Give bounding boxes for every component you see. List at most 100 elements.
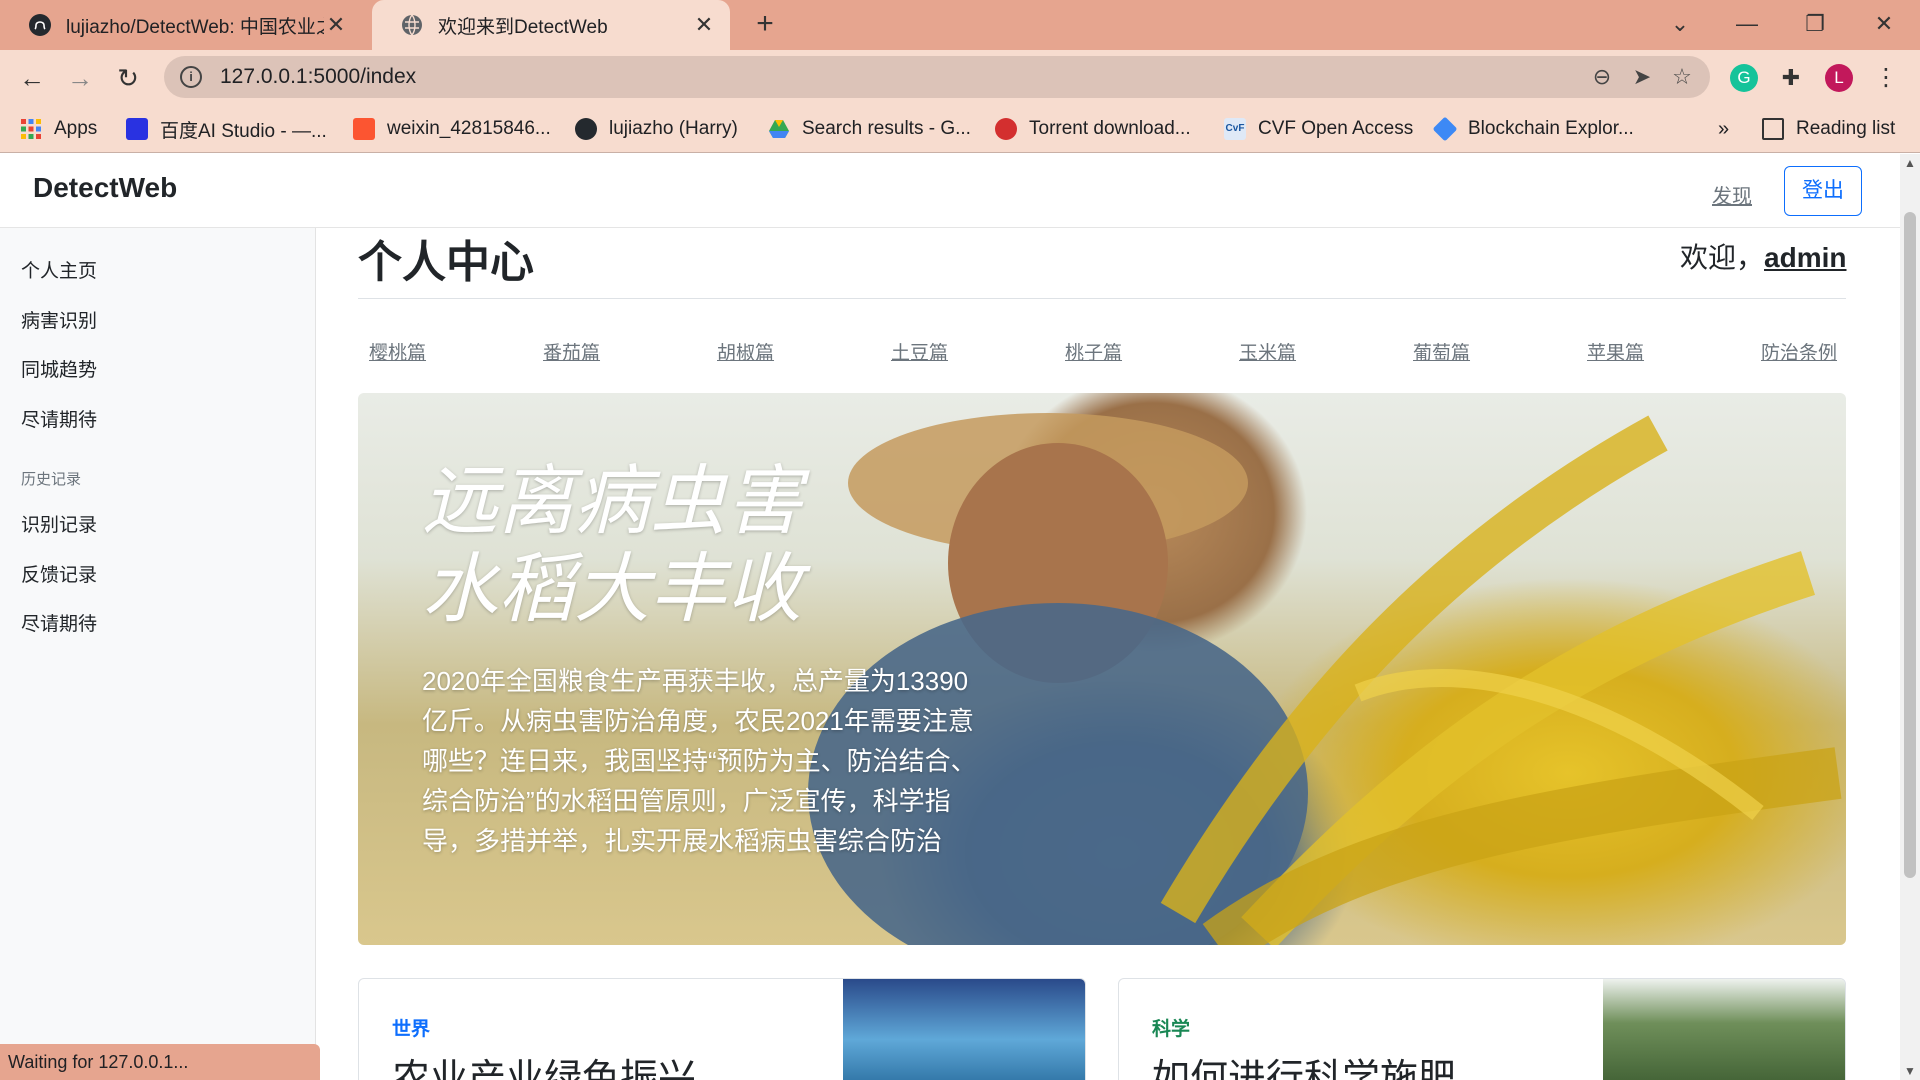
- card-category: 科学: [1152, 1019, 1191, 1040]
- new-tab-button[interactable]: +: [748, 8, 782, 42]
- hero-description: 2020年全国粮食生产再获丰收，总产量为13390亿斤。从病虫害防治角度，农民2…: [422, 666, 977, 856]
- grammarly-icon[interactable]: G: [1730, 64, 1758, 92]
- extensions-puzzle-icon[interactable]: ✚: [1777, 64, 1805, 92]
- bookmark-label: Blockchain Explor...: [1468, 118, 1634, 139]
- close-icon[interactable]: ✕: [692, 12, 716, 38]
- category-link-potato[interactable]: 土豆篇: [891, 338, 948, 365]
- bookmark-label: CVF Open Access: [1258, 118, 1414, 139]
- site-info-icon[interactable]: i: [180, 66, 202, 88]
- zoom-icon[interactable]: ⊖: [1582, 64, 1622, 90]
- brand-logo[interactable]: DetectWeb: [33, 172, 177, 204]
- reading-list-icon: [1762, 118, 1784, 140]
- restore-button[interactable]: ❐: [1795, 6, 1835, 42]
- category-link-pepper[interactable]: 胡椒篇: [717, 338, 774, 365]
- bookmark-label: Apps: [54, 118, 98, 139]
- title-divider: [358, 298, 1846, 299]
- bookmark-label: 百度AI Studio - —...: [160, 120, 327, 142]
- welcome-message: 欢迎，admin: [1680, 236, 1846, 276]
- minimize-button[interactable]: —: [1727, 6, 1767, 42]
- bookmark-search-results[interactable]: Search results - G...: [768, 105, 971, 153]
- sidebar-item-feedback-history[interactable]: 反馈记录: [21, 560, 97, 587]
- category-link-grape[interactable]: 葡萄篇: [1413, 338, 1470, 365]
- tab-search-icon[interactable]: ⌄: [1660, 6, 1700, 42]
- star-icon[interactable]: ☆: [1662, 64, 1702, 90]
- category-link-cherry[interactable]: 樱桃篇: [369, 338, 426, 365]
- csdn-icon: [353, 118, 375, 140]
- github-icon: [575, 118, 597, 140]
- category-link-corn[interactable]: 玉米篇: [1239, 338, 1296, 365]
- hero-title-line-2: 水稻大丰收: [422, 547, 802, 632]
- article-card-world[interactable]: 世界 农业产业绿色振兴: [358, 978, 1086, 1080]
- url-text[interactable]: 127.0.0.1:5000/index: [220, 65, 1582, 89]
- scroll-thumb[interactable]: [1904, 212, 1916, 878]
- bookmark-apps[interactable]: Apps: [20, 105, 97, 153]
- send-icon[interactable]: ➤: [1622, 64, 1662, 90]
- sidebar-item-local-trend[interactable]: 同城趋势: [21, 355, 97, 382]
- bookmark-blockchain[interactable]: Blockchain Explor...: [1432, 105, 1634, 153]
- globe-icon: [402, 14, 422, 36]
- address-bar[interactable]: i 127.0.0.1:5000/index ⊖ ➤ ☆: [164, 56, 1710, 98]
- browser-toolbar: ← → ↻ i 127.0.0.1:5000/index ⊖ ➤ ☆ G ✚ L…: [0, 50, 1920, 105]
- menu-kebab-icon[interactable]: ⋮: [1872, 64, 1900, 92]
- bookmark-baidu-ai-studio[interactable]: 百度AI Studio - —...: [126, 105, 327, 153]
- browser-tab-github[interactable]: lujiazho/DetectWeb: 中国农业之 ✕: [0, 0, 362, 50]
- category-nav: 樱桃篇 番茄篇 胡椒篇 土豆篇 桃子篇 玉米篇 葡萄篇 苹果篇 防治条例: [358, 338, 1846, 368]
- discover-link[interactable]: 发现: [1712, 180, 1752, 209]
- close-icon[interactable]: ✕: [324, 12, 348, 38]
- sidebar-item-detect-history[interactable]: 识别记录: [21, 510, 97, 537]
- welcome-label: 欢迎，: [1680, 242, 1765, 273]
- tab-title: 欢迎来到DetectWeb: [438, 16, 608, 38]
- browser-tab-detectweb[interactable]: 欢迎来到DetectWeb ✕: [372, 0, 730, 50]
- forward-arrow-icon[interactable]: →: [62, 60, 98, 96]
- cvf-icon: CvF: [1224, 118, 1246, 140]
- bookmark-label: weixin_42815846...: [387, 118, 551, 139]
- username-link[interactable]: admin: [1764, 242, 1846, 273]
- hero-title: 远离病虫害 水稻大丰收: [422, 458, 802, 634]
- blockchain-icon: [1432, 116, 1458, 142]
- web-page: DetectWeb 发现 登出 个人主页 病害识别 同城趋势 尽请期待 历史记录…: [0, 154, 1900, 1080]
- bookmark-csdn[interactable]: weixin_42815846...: [353, 105, 551, 153]
- google-drive-icon: [769, 120, 789, 138]
- bookmark-torrent[interactable]: Torrent download...: [995, 105, 1191, 153]
- logout-button[interactable]: 登出: [1784, 166, 1862, 216]
- scroll-down-icon[interactable]: ▼: [1903, 1064, 1917, 1078]
- page-scrollbar[interactable]: ▲ ▼: [1900, 154, 1920, 1080]
- sidebar-item-coming-soon-2[interactable]: 尽请期待: [21, 609, 97, 636]
- sidebar-heading-history: 历史记录: [21, 471, 82, 488]
- apps-grid-icon: [21, 119, 41, 139]
- bookmarks-bar: Apps 百度AI Studio - —... weixin_42815846.…: [0, 105, 1920, 153]
- tab-title: lujiazho/DetectWeb: 中国农业之: [66, 16, 324, 38]
- sidebar-item-disease-detect[interactable]: 病害识别: [21, 306, 97, 333]
- profile-avatar[interactable]: L: [1825, 64, 1853, 92]
- hero-banner: 远离病虫害 水稻大丰收 2020年全国粮食生产再获丰收，总产量为13390亿斤。…: [358, 393, 1846, 945]
- sidebar: 个人主页 病害识别 同城趋势 尽请期待 历史记录 识别记录 反馈记录 尽请期待: [0, 228, 316, 1080]
- bookmarks-overflow-button[interactable]: »: [1718, 105, 1729, 153]
- bookmark-label: Torrent download...: [1029, 118, 1191, 139]
- back-arrow-icon[interactable]: ←: [14, 60, 50, 96]
- status-bubble: Waiting for 127.0.0.1...: [0, 1044, 320, 1080]
- reload-icon[interactable]: ↻: [110, 60, 146, 96]
- card-category: 世界: [392, 1019, 431, 1040]
- sidebar-item-profile[interactable]: 个人主页: [21, 256, 97, 283]
- reading-list-label: Reading list: [1796, 118, 1896, 139]
- bookmark-github[interactable]: lujiazho (Harry): [575, 105, 738, 153]
- category-link-tomato[interactable]: 番茄篇: [543, 338, 600, 365]
- city-globe-thumbnail: [843, 979, 1085, 1080]
- card-headline[interactable]: 农业产业绿色振兴: [392, 1047, 696, 1080]
- category-link-peach[interactable]: 桃子篇: [1065, 338, 1122, 365]
- close-window-button[interactable]: ✕: [1864, 6, 1904, 42]
- hero-title-line-1: 远离病虫害: [422, 459, 802, 544]
- sidebar-item-coming-soon[interactable]: 尽请期待: [21, 405, 97, 432]
- category-link-apple[interactable]: 苹果篇: [1587, 338, 1644, 365]
- bookmark-cvf[interactable]: CvF CVF Open Access: [1224, 105, 1413, 153]
- browser-tabstrip: lujiazho/DetectWeb: 中国农业之 ✕ 欢迎来到DetectWe…: [0, 0, 1920, 50]
- bookmark-label: Search results - G...: [802, 118, 971, 139]
- baidu-icon: [126, 118, 148, 140]
- reading-list-button[interactable]: Reading list: [1762, 105, 1895, 153]
- trees-thumbnail: [1603, 979, 1845, 1080]
- scroll-up-icon[interactable]: ▲: [1903, 156, 1917, 170]
- site-navbar: DetectWeb 发现 登出: [0, 154, 1900, 228]
- article-card-science[interactable]: 科学 如何进行科学施肥: [1118, 978, 1846, 1080]
- card-headline[interactable]: 如何进行科学施肥: [1152, 1047, 1456, 1080]
- category-link-regulations[interactable]: 防治条例: [1761, 338, 1837, 365]
